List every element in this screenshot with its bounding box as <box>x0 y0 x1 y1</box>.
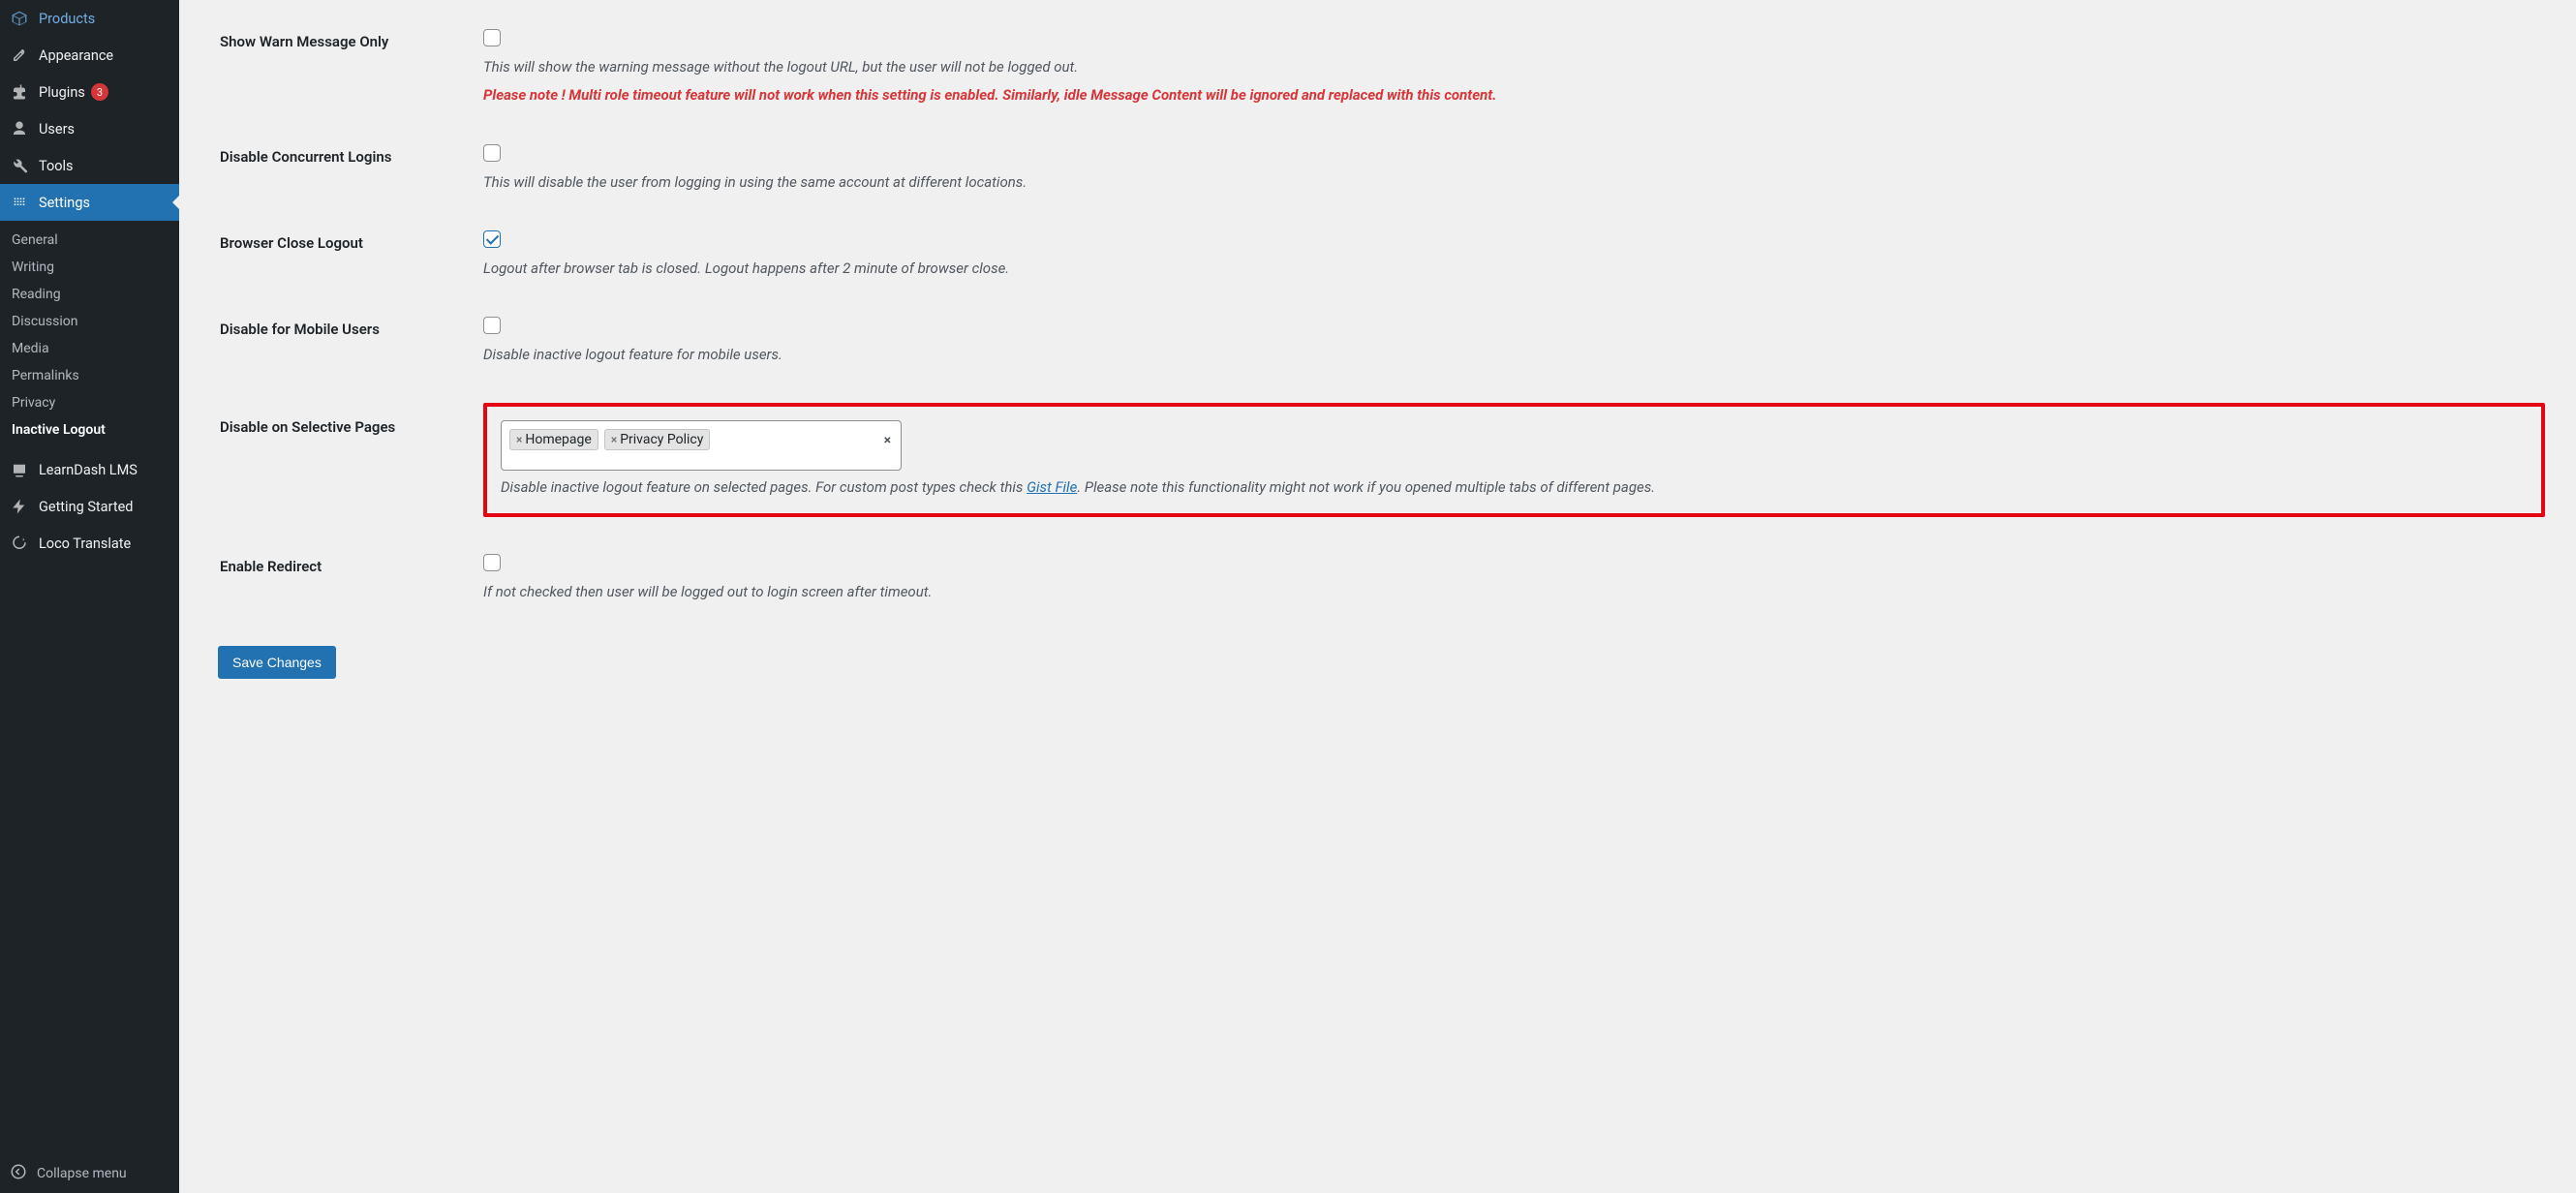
submenu-item-discussion[interactable]: Discussion <box>0 308 179 335</box>
browser-close-checkbox[interactable] <box>483 230 501 248</box>
settings-content: Show Warn Message Only This will show th… <box>179 0 2576 1193</box>
submenu-item-inactive-logout[interactable]: Inactive Logout <box>0 416 179 444</box>
selected-page-tag: × Privacy Policy <box>604 429 711 450</box>
save-changes-button[interactable]: Save Changes <box>218 646 336 679</box>
field-description: This will disable the user from logging … <box>483 171 2545 194</box>
users-icon <box>10 119 29 138</box>
settings-form-table: Show Warn Message Only This will show th… <box>218 10 2557 623</box>
sidebar-item-learndash[interactable]: LearnDash LMS <box>0 451 179 488</box>
tag-label: Homepage <box>525 432 591 447</box>
submenu-item-permalinks[interactable]: Permalinks <box>0 362 179 389</box>
field-label: Browser Close Logout <box>220 234 363 252</box>
loco-icon <box>10 534 29 553</box>
tag-label: Privacy Policy <box>620 432 703 447</box>
row-show-warn: Show Warn Message Only This will show th… <box>220 12 2555 125</box>
menu-label: Products <box>39 11 95 27</box>
clear-all-tags-icon[interactable]: × <box>884 433 891 448</box>
field-description: This will show the warning message witho… <box>483 56 2545 78</box>
sidebar-item-products[interactable]: Products <box>0 0 179 37</box>
menu-label: Appearance <box>39 47 113 64</box>
field-description: Disable inactive logout feature for mobi… <box>483 344 2545 366</box>
sidebar-item-appearance[interactable]: Appearance <box>0 37 179 74</box>
row-enable-redirect: Enable Redirect If not checked then user… <box>220 536 2555 621</box>
getting-started-icon <box>10 497 29 516</box>
menu-label: Plugins <box>39 84 85 101</box>
collapse-icon <box>10 1163 27 1184</box>
plugins-update-badge: 3 <box>91 83 108 101</box>
menu-label: Loco Translate <box>39 535 131 552</box>
collapse-menu[interactable]: Collapse menu <box>0 1154 179 1193</box>
menu-label: LearnDash LMS <box>39 462 138 478</box>
menu-label: Tools <box>39 158 74 174</box>
settings-submenu: General Writing Reading Discussion Media… <box>0 221 179 451</box>
settings-icon <box>10 193 29 212</box>
plugins-icon <box>10 82 29 102</box>
field-description: Logout after browser tab is closed. Logo… <box>483 258 2545 280</box>
field-warning: Please note ! Multi role timeout feature… <box>483 84 2545 107</box>
row-disable-mobile: Disable for Mobile Users Disable inactiv… <box>220 299 2555 383</box>
selective-pages-input[interactable]: × Homepage × Privacy Policy × <box>501 420 902 471</box>
field-label: Enable Redirect <box>220 558 322 575</box>
submenu-item-reading[interactable]: Reading <box>0 281 179 308</box>
row-disable-concurrent: Disable Concurrent Logins This will disa… <box>220 127 2555 211</box>
row-disable-pages: Disable on Selective Pages × Homepage × … <box>220 385 2555 534</box>
sidebar-item-plugins[interactable]: Plugins 3 <box>0 74 179 110</box>
sidebar-item-loco[interactable]: Loco Translate <box>0 525 179 562</box>
field-label: Disable for Mobile Users <box>220 321 380 338</box>
gist-file-link[interactable]: Gist File <box>1027 478 1077 496</box>
sidebar-item-tools[interactable]: Tools <box>0 147 179 184</box>
sidebar-item-settings[interactable]: Settings <box>0 184 179 221</box>
admin-sidebar: Products Appearance Plugins 3 Users Tool… <box>0 0 179 1193</box>
products-icon <box>10 9 29 28</box>
disable-concurrent-checkbox[interactable] <box>483 144 501 162</box>
field-label: Show Warn Message Only <box>220 33 388 50</box>
field-label: Disable Concurrent Logins <box>220 148 391 166</box>
row-browser-close: Browser Close Logout Logout after browse… <box>220 213 2555 297</box>
sidebar-item-users[interactable]: Users <box>0 110 179 147</box>
submenu-item-general[interactable]: General <box>0 227 179 254</box>
remove-tag-icon[interactable]: × <box>611 433 617 446</box>
collapse-label: Collapse menu <box>37 1166 127 1181</box>
field-description: Disable inactive logout feature on selec… <box>501 476 2528 499</box>
field-description: If not checked then user will be logged … <box>483 581 2545 603</box>
tools-icon <box>10 156 29 175</box>
submenu-item-media[interactable]: Media <box>0 335 179 362</box>
sidebar-item-getting-started[interactable]: Getting Started <box>0 488 179 525</box>
remove-tag-icon[interactable]: × <box>516 433 522 446</box>
submenu-item-writing[interactable]: Writing <box>0 254 179 281</box>
appearance-icon <box>10 46 29 65</box>
disable-mobile-checkbox[interactable] <box>483 317 501 334</box>
menu-label: Settings <box>39 195 90 211</box>
menu-label: Getting Started <box>39 499 133 515</box>
learndash-icon <box>10 460 29 479</box>
show-warn-checkbox[interactable] <box>483 29 501 46</box>
menu-label: Users <box>39 121 75 138</box>
field-label: Disable on Selective Pages <box>220 418 395 436</box>
submenu-item-privacy[interactable]: Privacy <box>0 389 179 416</box>
highlighted-section: × Homepage × Privacy Policy × Disable in… <box>483 403 2545 516</box>
enable-redirect-checkbox[interactable] <box>483 554 501 571</box>
selected-page-tag: × Homepage <box>509 429 598 450</box>
